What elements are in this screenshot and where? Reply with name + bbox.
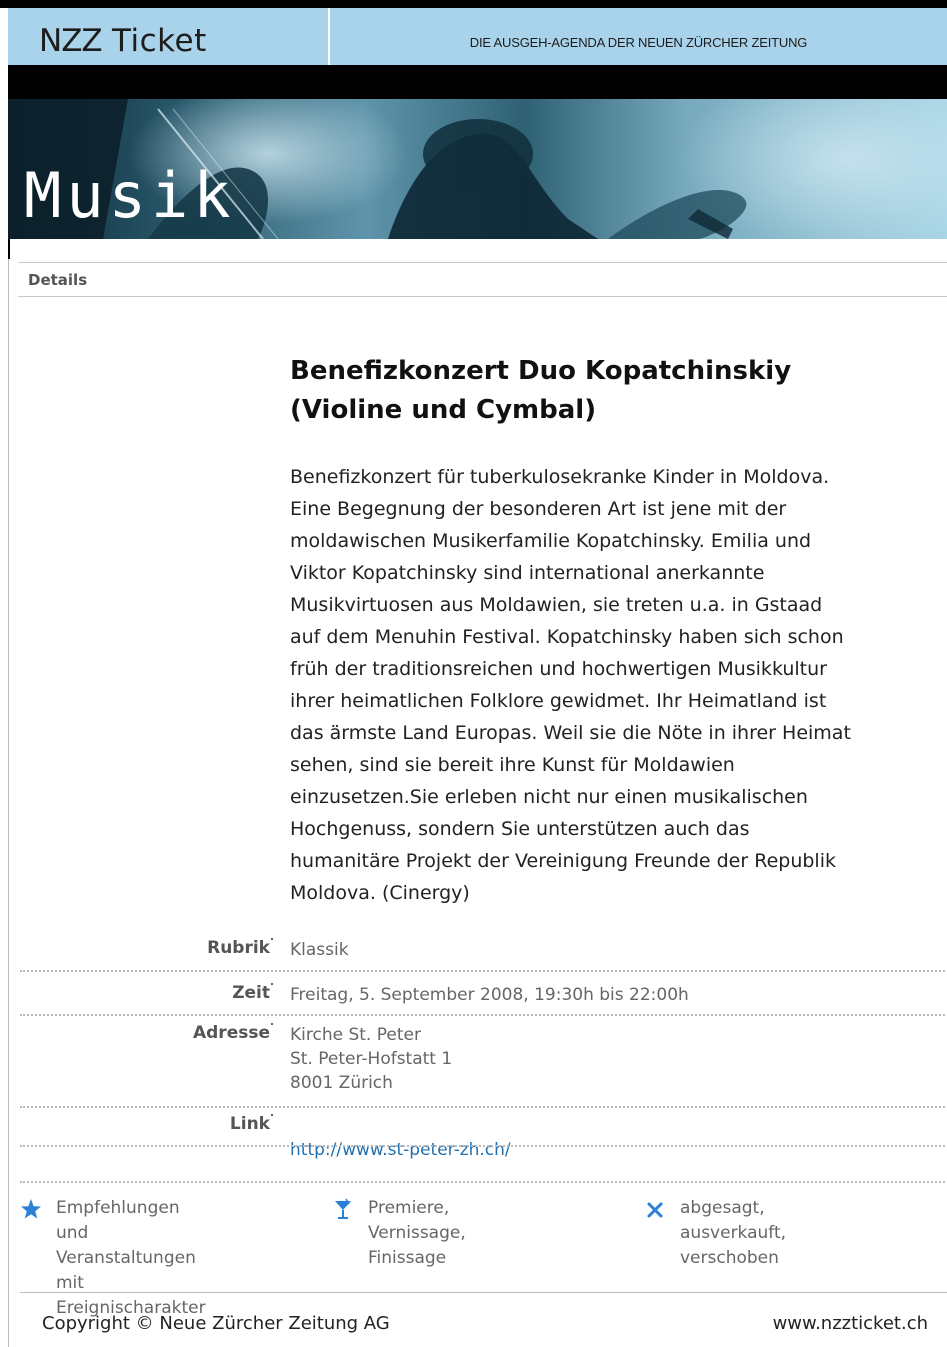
label-dot [271,1023,273,1025]
event-title: Benefizkonzert Duo Kopatchinskiy (Violin… [290,356,792,425]
star-icon [21,1199,41,1219]
cocktail-glass-icon [335,1198,351,1219]
zeit-label: Zeit [232,983,270,1003]
event-website-link[interactable]: http://www.st-peter-zh.ch/ [290,1140,511,1160]
zeit-value: Freitag, 5. September 2008, 19:30h bis 2… [290,985,689,1005]
label-dot [271,983,273,985]
label-dot [271,938,273,940]
details-tab-bar: Details [18,262,947,297]
header-tagline: DIE AUSGEH-AGENDA DER NEUEN ZÜRCHER ZEIT… [469,35,808,50]
link-value: http://www.st-peter-zh.ch/ [290,1114,511,1162]
text-cursor [8,239,10,259]
logo-ticket-text: Ticket [112,23,207,59]
row-separator [20,970,945,972]
footer-separator [20,1292,947,1293]
legend-top-separator [20,1181,945,1183]
row-separator [20,1145,945,1147]
nzz-ticket-logo[interactable]: NZZ Ticket [8,8,328,65]
logo-nzz-text: NZZ [39,23,103,59]
row-separator [20,1014,945,1016]
cross-icon [647,1202,663,1218]
music-banner-image: Musik [8,99,947,239]
legend-text: Empfehlungen und Veranstaltungen mit Ere… [56,1198,206,1318]
top-black-bar [0,0,947,8]
event-description: Benefizkonzert für tuberkulosekranke Kin… [290,466,851,904]
adresse-label: Adresse [192,1023,270,1043]
link-label: Link [229,1114,270,1134]
legend-text: Premiere, Vernissage, Finissage [368,1198,466,1268]
row-separator [20,1106,945,1108]
label-dot [271,1114,273,1116]
content-left-border [8,259,9,1347]
rubrik-value: Klassik [290,940,349,960]
rubrik-label: Rubrik [207,938,270,958]
navigation-band [8,65,947,99]
copyright-text: Copyright © Neue Zürcher Zeitung AG [42,1313,390,1334]
adresse-value: Kirche St. Peter St. Peter-Hofstatt 1 80… [290,1025,453,1093]
details-label: Details [28,271,88,289]
site-header: NZZ Ticket DIE AUSGEH-AGENDA DER NEUEN Z… [8,8,947,65]
legend-text: abgesagt, ausverkauft, verschoben [680,1198,787,1268]
site-url[interactable]: www.nzzticket.ch [773,1313,928,1334]
banner-title: Musik [24,159,236,232]
